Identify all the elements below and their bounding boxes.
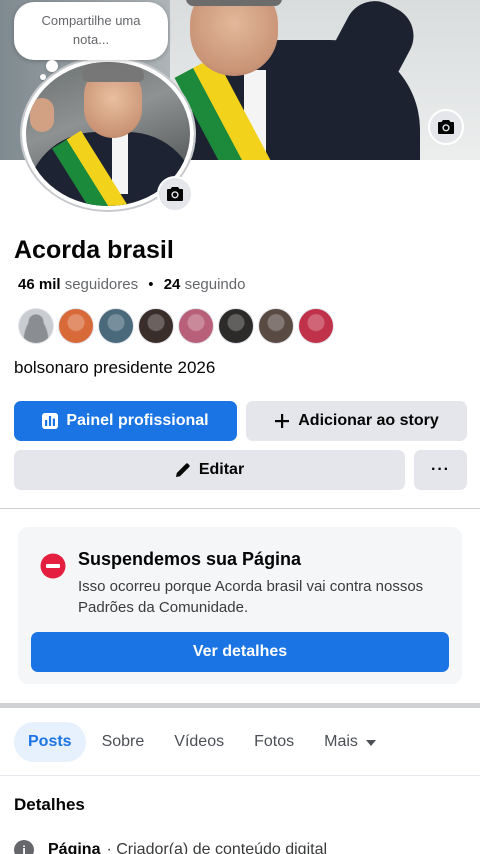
section-divider-thick xyxy=(0,703,480,708)
profile-person-hair xyxy=(82,62,144,82)
pencil-icon xyxy=(175,462,191,478)
profile-person-hand xyxy=(30,98,54,132)
view-details-button[interactable]: Ver detalhes xyxy=(31,632,449,672)
note-placeholder: Compartilhe uma nota... xyxy=(41,13,141,47)
following-label: seguindo xyxy=(184,276,246,293)
tab-videos[interactable]: Vídeos xyxy=(160,722,238,762)
follower-avatar[interactable] xyxy=(258,308,294,344)
stop-sign-icon xyxy=(40,553,66,579)
professional-dashboard-button[interactable]: Painel profissional xyxy=(14,401,237,441)
tab-mais[interactable]: Mais xyxy=(310,722,390,762)
details-row-label: Página xyxy=(48,841,101,854)
follower-avatar[interactable] xyxy=(18,308,54,344)
following-count: 24 xyxy=(163,276,181,293)
alert-title: Suspendemos sua Página xyxy=(78,549,302,569)
tab-videos-label: Vídeos xyxy=(174,733,225,750)
more-options-button[interactable]: ··· xyxy=(414,450,467,490)
details-row-value: · Criador(a) de conteúdo digital xyxy=(106,841,328,854)
follower-avatar[interactable] xyxy=(298,308,334,344)
follower-avatars[interactable] xyxy=(18,308,338,344)
edit-page-button[interactable]: Editar xyxy=(14,450,405,490)
edit-profile-photo-camera-button[interactable] xyxy=(157,176,193,212)
tab-fotos[interactable]: Fotos xyxy=(240,722,308,762)
bar-chart-icon xyxy=(42,413,59,429)
facebook-page-profile: Compartilhe uma nota... Acorda brasil 46… xyxy=(0,0,480,854)
professional-dashboard-label: Painel profissional xyxy=(66,412,209,429)
caret-down-icon xyxy=(365,733,376,751)
follower-avatar[interactable] xyxy=(58,308,94,344)
details-row-page-category: i Página · Criador(a) de conteúdo digita… xyxy=(14,840,327,854)
followers-count: 46 mil xyxy=(18,276,61,293)
page-bio: bolsonaro presidente 2026 xyxy=(14,358,216,377)
camera-icon xyxy=(167,187,183,201)
tab-sobre-label: Sobre xyxy=(101,733,145,750)
suspension-alert-card: Suspendemos sua Página Isso ocorreu porq… xyxy=(18,527,462,684)
followers-label: seguidores xyxy=(64,276,139,293)
add-to-story-button[interactable]: Adicionar ao story xyxy=(246,401,467,441)
page-tabs: Posts Sobre Vídeos Fotos Mais xyxy=(14,722,392,762)
alert-text: Isso ocorreu porque Acorda brasil vai co… xyxy=(78,578,424,616)
stats-separator: • xyxy=(148,276,154,293)
tabs-divider xyxy=(0,775,480,776)
note-bubble[interactable]: Compartilhe uma nota... xyxy=(14,2,168,60)
note-bubble-tail-small xyxy=(40,74,46,80)
note-bubble-tail xyxy=(46,60,58,72)
section-divider xyxy=(0,508,480,509)
follower-avatar[interactable] xyxy=(178,308,214,344)
tab-sobre[interactable]: Sobre xyxy=(88,722,159,762)
tab-mais-label: Mais xyxy=(324,733,358,750)
plus-icon xyxy=(274,413,290,429)
edit-page-label: Editar xyxy=(198,461,245,478)
tab-fotos-label: Fotos xyxy=(254,733,295,750)
more-options-icon: ··· xyxy=(431,461,450,478)
follower-avatar[interactable] xyxy=(218,308,254,344)
add-to-story-label: Adicionar ao story xyxy=(298,412,439,429)
page-title: Acorda brasil xyxy=(14,236,174,264)
cover-person-hair xyxy=(186,0,282,6)
follower-avatar[interactable] xyxy=(138,308,174,344)
view-details-label: Ver detalhes xyxy=(192,643,288,660)
info-icon: i xyxy=(14,840,34,854)
follow-stats[interactable]: 46 mil seguidores • 24 seguindo xyxy=(18,276,245,293)
tab-posts[interactable]: Posts xyxy=(14,722,86,762)
follower-avatar[interactable] xyxy=(98,308,134,344)
camera-icon xyxy=(438,120,454,134)
tab-posts-label: Posts xyxy=(28,733,72,750)
details-heading: Detalhes xyxy=(14,795,85,814)
edit-cover-camera-button[interactable] xyxy=(428,109,464,145)
